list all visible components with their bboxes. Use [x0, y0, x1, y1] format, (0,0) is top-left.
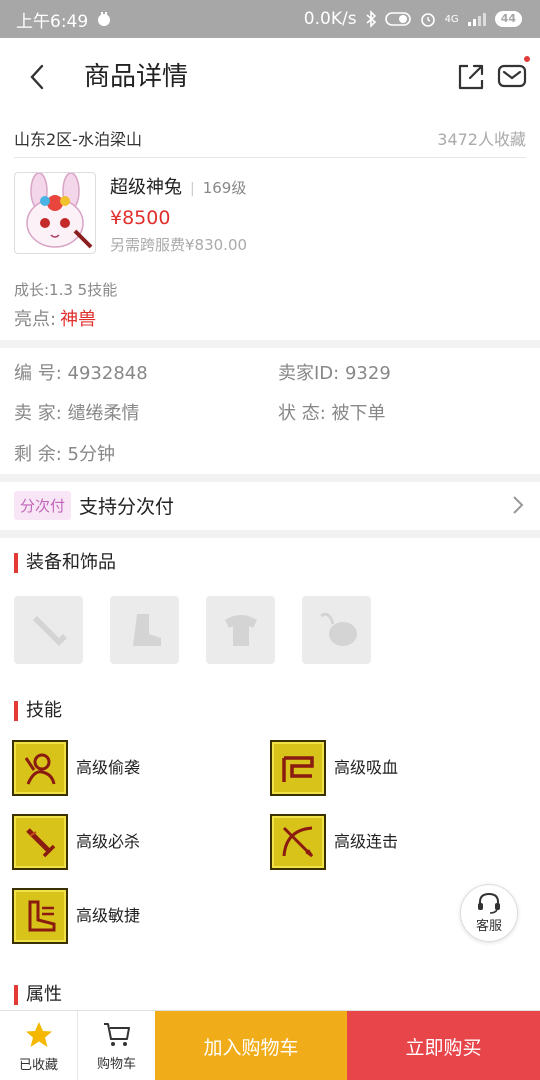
installment-tag: 分次付: [14, 490, 72, 520]
signal-icon: [467, 13, 486, 26]
remaining-time: 剩 余: 5分钟: [14, 444, 115, 465]
sneak-attack-icon: [24, 753, 56, 785]
cart-tab[interactable]: 购物车: [78, 1011, 155, 1080]
favorite-tab[interactable]: 已收藏: [0, 1011, 77, 1080]
rabbit-pet-icon: [26, 173, 93, 249]
page-header: 商品详情: [0, 38, 540, 116]
bluetooth-icon: [366, 10, 376, 28]
cart-tab-label: 购物车: [96, 1056, 136, 1072]
buy-now-button[interactable]: 立即购买: [347, 1011, 540, 1080]
pet-title: 超级神兔 | 169级: [110, 177, 247, 198]
page-title: 商品详情: [84, 62, 189, 92]
divider: [0, 474, 540, 482]
skill-label: 高级偷袭: [76, 758, 141, 777]
pet-name: 超级神兔: [110, 177, 182, 198]
divider: [0, 340, 540, 348]
highlight-value: 神兽: [60, 309, 97, 330]
share-icon[interactable]: [456, 62, 486, 92]
skill-sneak-attack[interactable]: [12, 740, 68, 796]
favorite-count: 3472人收藏: [437, 129, 526, 149]
equipment-slot-accessory[interactable]: [302, 596, 371, 664]
cross-server-fee: 另需跨服费¥830.00: [110, 236, 248, 254]
notification-icon: [98, 12, 111, 26]
chevron-left-icon: [30, 64, 44, 90]
status-time: 上午6:49: [16, 11, 89, 32]
equipment-heading: 装备和饰品: [14, 551, 116, 575]
status-bar: 上午6:49 0.0K/s 4G 44: [0, 0, 540, 38]
equipment-slot-armor[interactable]: [206, 596, 275, 664]
equipment-slot-boots[interactable]: [110, 596, 179, 664]
pet-avatar[interactable]: [14, 172, 96, 254]
chevron-right-icon: [513, 496, 524, 514]
boots-slot-icon: [132, 614, 161, 646]
skill-label: 高级必杀: [76, 832, 141, 851]
skill-label: 高级连击: [334, 832, 399, 851]
seller-name: 卖 家: 缱绻柔情: [14, 403, 140, 424]
skill-combo-attack[interactable]: [270, 814, 326, 870]
highlight-row: 亮点: 神兽: [14, 308, 96, 332]
favorite-tab-label: 已收藏: [18, 1057, 58, 1073]
skill-label: 高级吸血: [334, 758, 399, 777]
unread-dot: [524, 56, 530, 62]
accessory-slot-icon: [319, 612, 357, 646]
highlight-label: 亮点:: [14, 309, 57, 330]
server-row: 山东2区-水泊梁山 3472人收藏: [14, 118, 526, 158]
battery-level: 44: [494, 11, 522, 27]
customer-service-button[interactable]: 客服: [460, 884, 518, 942]
price: ¥8500: [110, 207, 171, 229]
item-id: 编 号: 4932848: [14, 363, 148, 384]
equipment-slot-weapon[interactable]: [14, 596, 83, 664]
weapon-slot-icon: [32, 616, 67, 646]
server-name: 山东2区-水泊梁山: [14, 129, 142, 149]
mail-icon: [497, 64, 527, 88]
network-type: 4G: [444, 13, 459, 25]
skill-agility[interactable]: [12, 888, 68, 944]
critical-strike-icon: [26, 828, 56, 858]
armor-slot-icon: [224, 615, 257, 646]
skill-blood-suck[interactable]: [270, 740, 326, 796]
combo-attack-icon: [282, 826, 314, 858]
shopping-cart-icon: [103, 1022, 130, 1046]
add-to-cart-button[interactable]: 加入购物车: [155, 1011, 347, 1080]
toggle-icon: [384, 12, 411, 26]
headset-icon: [478, 892, 500, 914]
agility-icon: [28, 900, 56, 932]
pet-level: 169级: [202, 179, 247, 197]
skills-heading: 技能: [14, 699, 62, 723]
divider: [0, 530, 540, 538]
skill-critical-strike[interactable]: [12, 814, 68, 870]
star-filled-icon: [25, 1021, 52, 1047]
network-speed: 0.0K/s: [303, 9, 357, 29]
growth-info: 成长:1.3 5技能: [14, 281, 118, 299]
blood-suck-icon: [282, 756, 314, 782]
bottom-action-bar: 已收藏 购物车 加入购物车 立即购买: [0, 1010, 540, 1080]
skill-label: 高级敏捷: [76, 906, 141, 925]
attributes-heading: 属性: [14, 983, 62, 1007]
back-button[interactable]: [22, 60, 52, 94]
installment-row[interactable]: 分次付 支持分次付: [0, 482, 540, 528]
message-button[interactable]: [496, 56, 530, 92]
customer-service-label: 客服: [475, 919, 502, 934]
installment-text: 支持分次付: [79, 495, 175, 518]
alarm-icon: [420, 13, 435, 27]
seller-id: 卖家ID: 9329: [278, 363, 391, 384]
order-status: 状 态: 被下单: [278, 403, 386, 424]
